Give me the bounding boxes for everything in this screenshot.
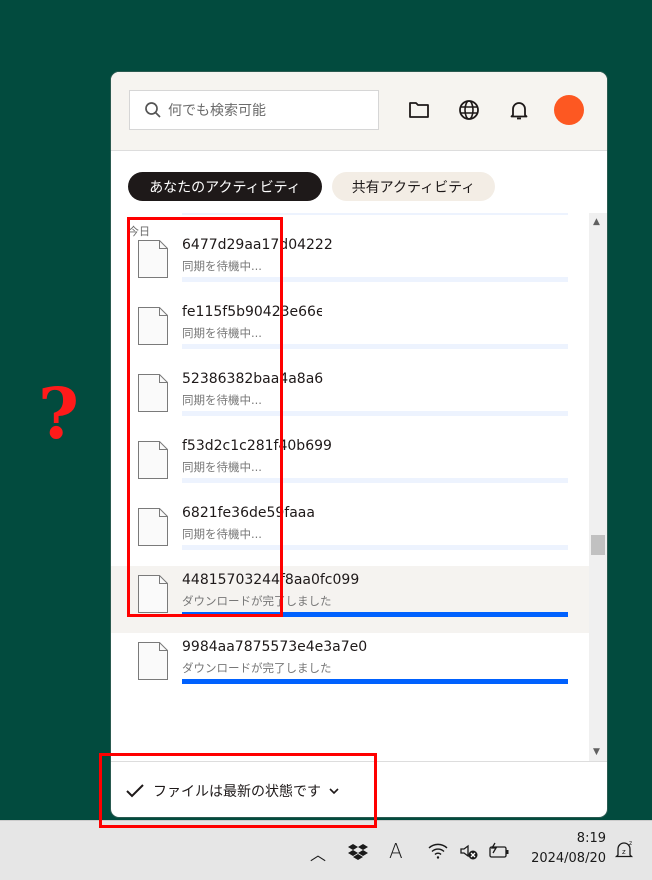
search-input[interactable]: 何でも検索可能: [129, 90, 379, 130]
wifi-icon[interactable]: [428, 843, 448, 859]
progress-bar: [182, 679, 568, 684]
scroll-down-arrow-icon[interactable]: ▼: [593, 747, 600, 757]
file-icon: [138, 642, 168, 680]
file-status: ダウンロードが完了しました: [182, 661, 332, 675]
clock-time: 8:19: [576, 831, 606, 846]
globe-icon[interactable]: [457, 98, 481, 122]
svg-text:z: z: [629, 840, 632, 847]
clock-date: 2024/08/20: [531, 851, 606, 866]
annotation-box-status: [99, 753, 377, 828]
avatar[interactable]: [554, 95, 584, 125]
scrollbar[interactable]: ▲ ▼: [589, 213, 607, 761]
progress-bar: [182, 213, 568, 215]
annotation-question-mark: ?: [38, 372, 80, 455]
dropbox-tray-icon[interactable]: [348, 843, 368, 861]
tab-shared-activity[interactable]: 共有アクティビティ: [332, 172, 495, 201]
tab-your-activity[interactable]: あなたのアクティビティ: [128, 172, 322, 201]
chevron-up-icon[interactable]: ︿: [310, 841, 326, 865]
progress-fill: [182, 679, 568, 684]
scrollbar-thumb[interactable]: [591, 535, 605, 555]
annotation-box-file-list: [127, 217, 283, 617]
bell-icon[interactable]: [507, 98, 531, 122]
svg-text:z: z: [622, 848, 626, 856]
file-name: 9984aa7875573e4e3a7e0: [182, 639, 368, 655]
scroll-up-arrow-icon[interactable]: ▲: [593, 217, 600, 227]
notification-snooze-icon[interactable]: zz: [614, 839, 636, 861]
taskbar: ︿ A 8:19 2024/08/20 zz: [0, 820, 652, 880]
battery-charging-icon[interactable]: [488, 842, 510, 860]
clock[interactable]: 8:19 2024/08/20: [528, 829, 606, 869]
search-placeholder: 何でも検索可能: [168, 103, 266, 119]
search-icon: [145, 102, 161, 118]
speaker-muted-icon[interactable]: [460, 843, 480, 861]
folder-icon[interactable]: [407, 98, 431, 122]
ime-indicator[interactable]: A: [389, 839, 403, 863]
list-item[interactable]: 9984aa7875573e4e3a7e0 ダウンロードが完了しました: [111, 633, 589, 700]
panel-header: 何でも検索可能: [111, 72, 607, 151]
